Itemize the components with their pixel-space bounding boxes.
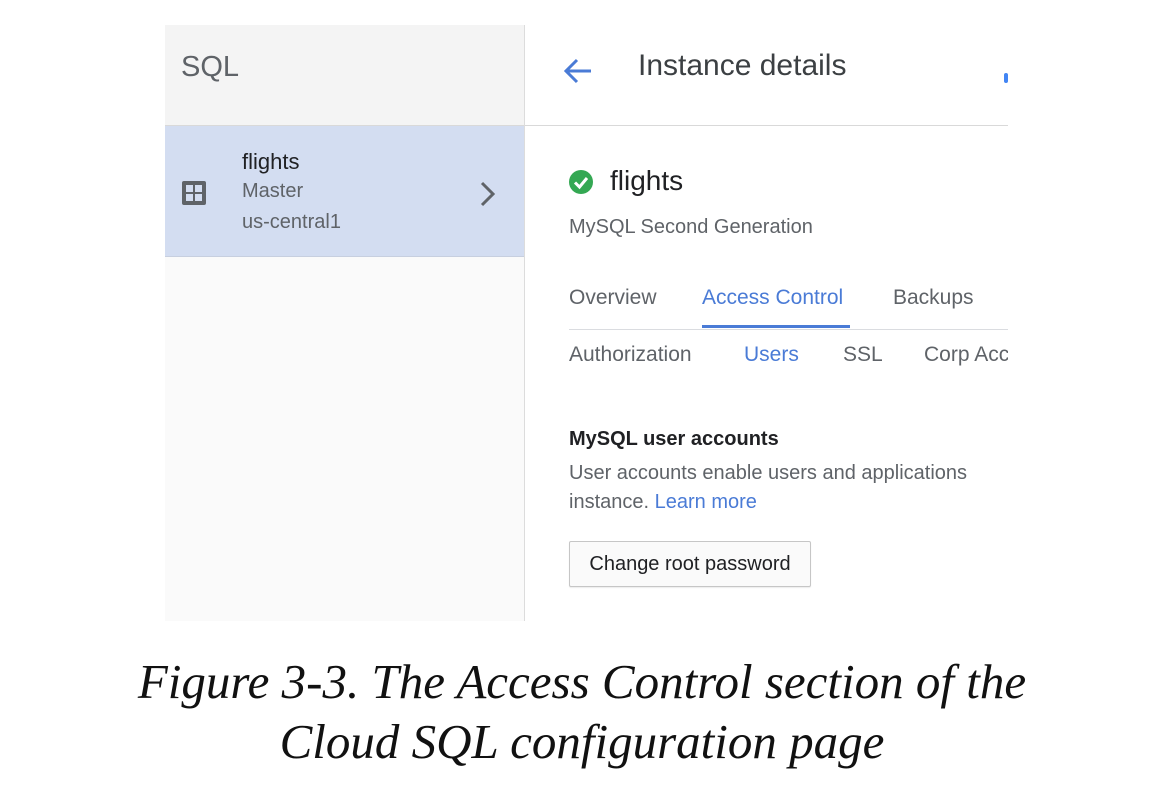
subtab-bar: Authorization Users SSL Corp Acc xyxy=(569,343,1008,377)
section-description-line2: instance. Learn more xyxy=(569,488,1008,517)
page-title: Instance details xyxy=(638,49,847,82)
sidebar-title: SQL xyxy=(181,51,240,83)
subtab-corp-access[interactable]: Corp Acc xyxy=(924,343,1008,367)
chevron-right-icon xyxy=(480,181,496,207)
instance-subtitle: MySQL Second Generation xyxy=(569,216,813,238)
figure-caption: Figure 3-3. The Access Control section o… xyxy=(0,652,1164,772)
screenshot: SQL flights Master us-central1 Instance … xyxy=(165,25,1008,621)
change-root-password-button[interactable]: Change root password xyxy=(569,541,811,587)
instance-name: flights xyxy=(242,149,300,174)
tab-backups[interactable]: Backups xyxy=(893,286,974,310)
subtab-authorization[interactable]: Authorization xyxy=(569,343,692,367)
instance-title: flights xyxy=(610,165,684,196)
toolbar-edge-icon xyxy=(1004,73,1008,83)
main-header: Instance details xyxy=(525,25,1008,126)
section-description-line1: User accounts enable users and applicati… xyxy=(569,462,968,484)
sidebar-item-flights[interactable]: flights Master us-central1 xyxy=(165,126,524,257)
active-tab-indicator xyxy=(702,325,850,328)
section-description: User accounts enable users and applicati… xyxy=(569,459,1008,517)
sidebar: SQL flights Master us-central1 xyxy=(165,25,525,621)
main-panel: Instance details flights MySQL Second Ge… xyxy=(525,25,1008,621)
tab-bar: Overview Access Control Backups xyxy=(569,283,1008,330)
learn-more-link[interactable]: Learn more xyxy=(655,491,757,513)
section-description-line2-text: instance. xyxy=(569,491,650,513)
tab-access-control[interactable]: Access Control xyxy=(702,286,843,310)
figure-caption-line2: Cloud SQL configuration page xyxy=(279,714,885,769)
instance-region: us-central1 xyxy=(242,211,341,233)
instance-role: Master xyxy=(242,180,304,202)
sidebar-header: SQL xyxy=(165,25,524,126)
figure-caption-line1: Figure 3-3. The Access Control section o… xyxy=(137,654,1027,709)
section-title: MySQL user accounts xyxy=(569,428,779,450)
subtab-users[interactable]: Users xyxy=(744,343,799,367)
grid-icon xyxy=(182,181,206,205)
tab-overview[interactable]: Overview xyxy=(569,286,657,310)
subtab-ssl[interactable]: SSL xyxy=(843,343,883,367)
arrow-back-icon[interactable] xyxy=(563,56,593,86)
check-circle-icon xyxy=(569,170,593,194)
